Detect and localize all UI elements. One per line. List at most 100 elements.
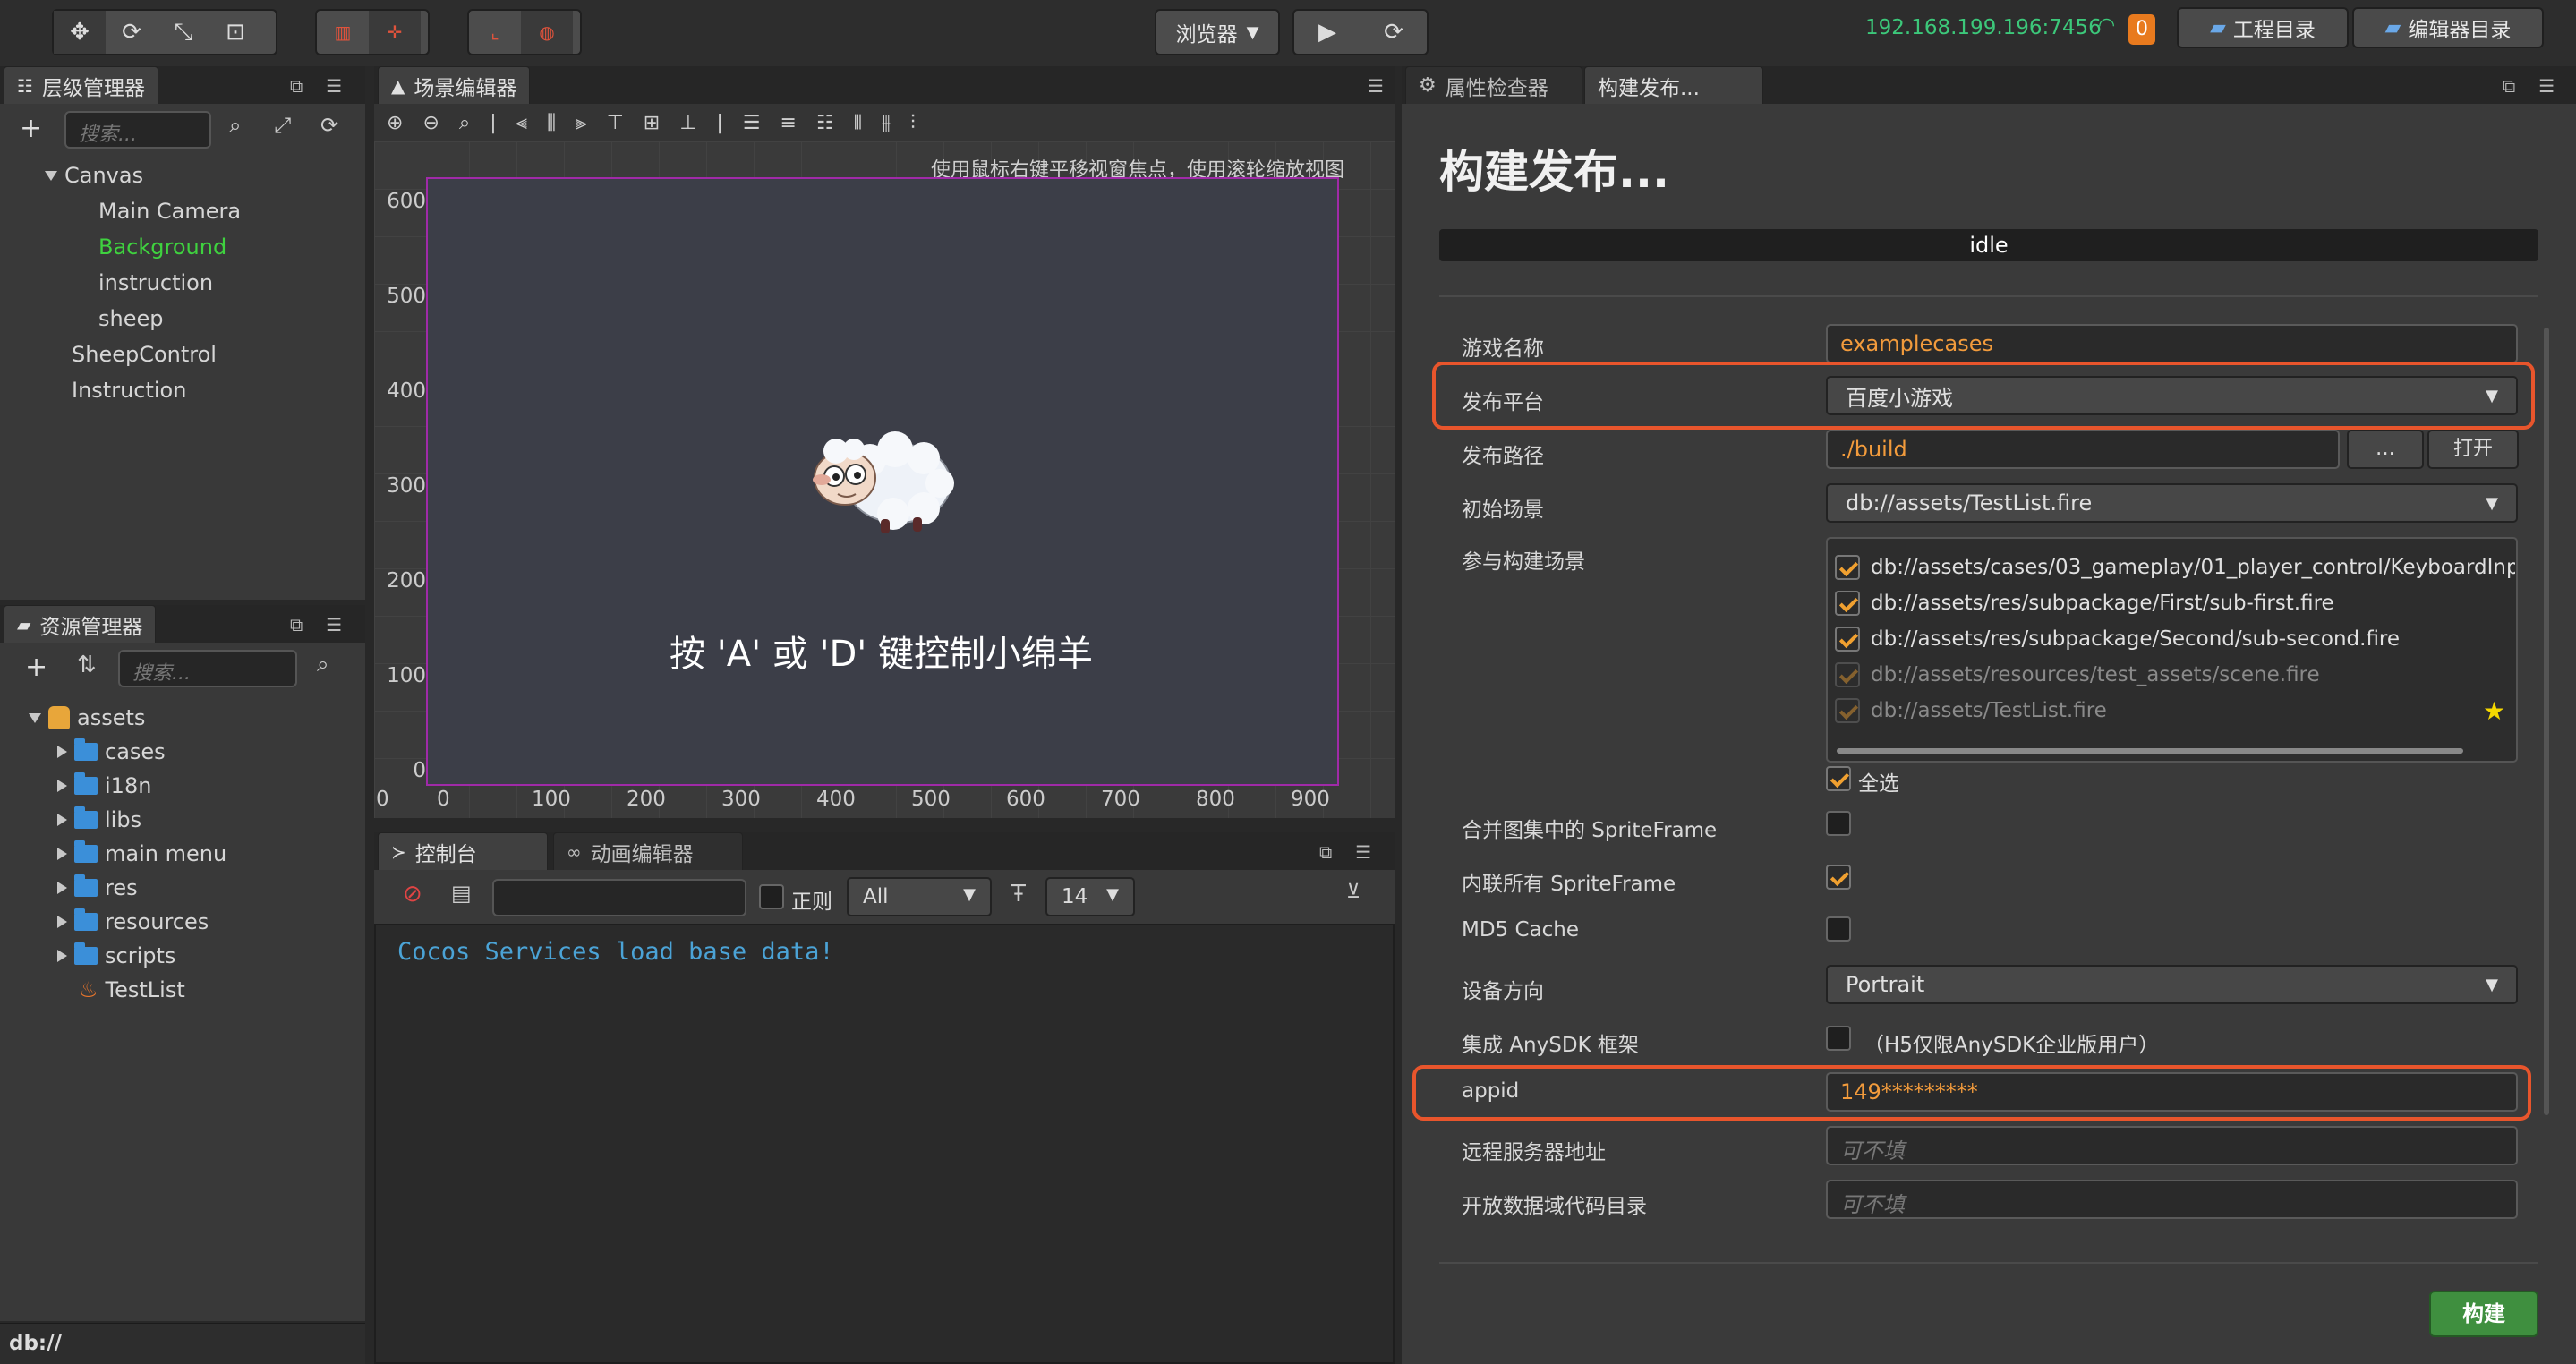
browse-path-button[interactable]: ... [2347,430,2424,469]
asset-scene-testlist[interactable]: ♨ TestList [79,977,185,1002]
editor-dir-button[interactable]: ▰ 编辑器目录 [2352,7,2544,48]
tree-node-main-camera[interactable]: Main Camera [98,199,241,224]
popout-icon[interactable]: ⧉ [2503,75,2515,97]
local-coord-icon[interactable]: ⌞ [469,11,521,54]
assets-search-input[interactable]: 搜索... [118,650,297,687]
select-all-checkbox[interactable] [1826,766,1851,791]
distribute-bottom-icon[interactable]: ☷ [816,112,834,134]
add-node-icon[interactable]: + [20,113,42,144]
asset-root[interactable]: assets [29,705,145,730]
asset-folder-cases[interactable]: cases [57,738,166,764]
align-top-icon[interactable]: ⊤ [607,112,624,134]
asset-folder-main-menu[interactable]: main menu [57,840,226,866]
distribute-middle-icon[interactable]: ≡ [780,112,797,134]
add-asset-icon[interactable]: + [25,652,47,683]
distribute-left-icon[interactable]: ⫴ [854,112,862,134]
align-center-icon[interactable]: ⫼ [547,112,556,134]
tab-console[interactable]: ≻ 控制台 [378,832,548,870]
server-address[interactable]: 192.168.199.196:7456 [1865,16,2102,39]
collapse-icon[interactable]: ⊻ [1346,881,1361,903]
center-icon[interactable]: ✛ [369,11,421,54]
popout-icon[interactable]: ⧉ [290,614,303,635]
search-icon[interactable]: ⌕ [229,113,241,138]
tree-node-canvas[interactable]: Canvas [45,163,143,188]
scene-checkbox[interactable] [1835,627,1860,652]
remote-server-input[interactable]: 可不填 [1826,1126,2518,1165]
build-path-input[interactable]: ./build [1826,430,2340,469]
menu-icon[interactable]: ☰ [1355,841,1371,863]
scale-tool-icon[interactable]: ⤡ [158,11,209,54]
align-bottom-icon[interactable]: ⊥ [679,112,696,134]
font-size-select[interactable]: 14 ▼ [1045,877,1135,916]
asset-folder-i18n[interactable]: i18n [57,772,151,798]
scene-checkbox[interactable] [1835,555,1860,580]
anysdk-checkbox[interactable] [1826,1026,1851,1051]
scene-item[interactable]: db://assets/res/subpackage/First/sub-fir… [1835,591,2334,616]
console-filter-input[interactable] [492,879,746,916]
open-log-icon[interactable]: ▤ [451,881,472,906]
zoom-out-icon[interactable]: ⊖ [422,112,439,134]
log-level-select[interactable]: All ▼ [847,877,992,916]
scenes-scrollbar[interactable] [1837,748,2463,754]
align-left-icon[interactable]: ⫷ [516,112,527,134]
project-dir-button[interactable]: ▰ 工程目录 [2177,7,2349,48]
build-button[interactable]: 构建 [2429,1291,2538,1337]
tree-node-instruction-root[interactable]: Instruction [72,378,186,403]
pivot-icon[interactable]: ▥ [317,11,369,54]
merge-sprite-checkbox[interactable] [1826,811,1851,836]
game-name-input[interactable]: examplecases [1826,324,2518,363]
platform-select[interactable]: 百度小游戏 ▼ [1826,376,2518,415]
asset-folder-res[interactable]: res [57,874,138,900]
expand-icon[interactable]: ⤢ [274,113,291,138]
align-right-icon[interactable]: ⫸ [576,112,586,134]
scrollbar[interactable] [2544,328,2549,1115]
refresh-icon[interactable]: ⟳ [1361,11,1427,54]
rect-tool-icon[interactable]: ⊡ [209,11,261,54]
tab-build[interactable]: 构建发布... [1584,66,1763,104]
asset-folder-resources[interactable]: resources [57,908,209,934]
tab-scene-editor[interactable]: ▲ 场景编辑器 [378,66,531,104]
global-coord-icon[interactable]: ◍ [521,11,573,54]
clear-icon[interactable]: ⊘ [403,881,422,908]
tree-node-sheep[interactable]: sheep [98,306,163,331]
tree-node-sheepcontrol[interactable]: SheepControl [72,342,217,367]
move-tool-icon[interactable]: ✥ [54,11,106,54]
refresh-icon[interactable]: ⟳ [320,113,338,138]
tab-assets[interactable]: ▰ 资源管理器 [4,605,157,643]
asset-folder-libs[interactable]: libs [57,806,141,832]
regex-checkbox[interactable] [759,884,784,909]
menu-icon[interactable]: ☰ [326,75,342,97]
menu-icon[interactable]: ☰ [326,614,342,635]
open-data-input[interactable]: 可不填 [1826,1180,2518,1219]
popout-icon[interactable]: ⧉ [1319,841,1332,863]
play-icon[interactable]: ▶ [1294,11,1361,54]
distribute-center-icon[interactable]: ⫵ [882,112,891,134]
tab-hierarchy[interactable]: ☷ 层级管理器 [4,66,158,104]
zoom-in-icon[interactable]: ⊕ [387,112,403,134]
open-path-button[interactable]: 打开 [2427,430,2519,469]
inline-sprite-checkbox[interactable] [1826,865,1851,890]
zoom-reset-icon[interactable]: ⌕ [459,112,470,134]
hierarchy-search-input[interactable]: 搜索... [64,111,211,149]
notification-badge[interactable]: 0 [2128,14,2155,45]
distribute-right-icon[interactable]: ⫶ [910,112,916,134]
popout-icon[interactable]: ⧉ [290,75,303,97]
tab-animation[interactable]: ∞ 动画编辑器 [553,832,743,870]
menu-icon[interactable]: ☰ [2538,75,2555,97]
tree-node-background[interactable]: Background [98,234,226,260]
sort-icon[interactable]: ⇅ [77,652,97,678]
menu-icon[interactable]: ☰ [1368,75,1384,97]
md5-checkbox[interactable] [1826,916,1851,942]
orientation-select[interactable]: Portrait ▼ [1826,965,2518,1004]
preview-target-select[interactable]: 浏览器 ▼ [1155,9,1280,55]
asset-folder-scripts[interactable]: scripts [57,942,175,968]
sheep-sprite[interactable] [798,424,968,541]
rotate-tool-icon[interactable]: ⟳ [106,11,158,54]
tab-properties[interactable]: ⚙ 属性检查器 [1405,66,1582,104]
scene-checkbox[interactable] [1835,591,1860,616]
appid-input[interactable]: 149********* [1826,1072,2518,1112]
search-icon[interactable]: ⌕ [317,652,328,677]
scene-item[interactable]: db://assets/cases/03_gameplay/01_player_… [1835,555,2515,580]
tree-node-instruction[interactable]: instruction [98,270,213,295]
distribute-top-icon[interactable]: ☰ [743,112,761,134]
